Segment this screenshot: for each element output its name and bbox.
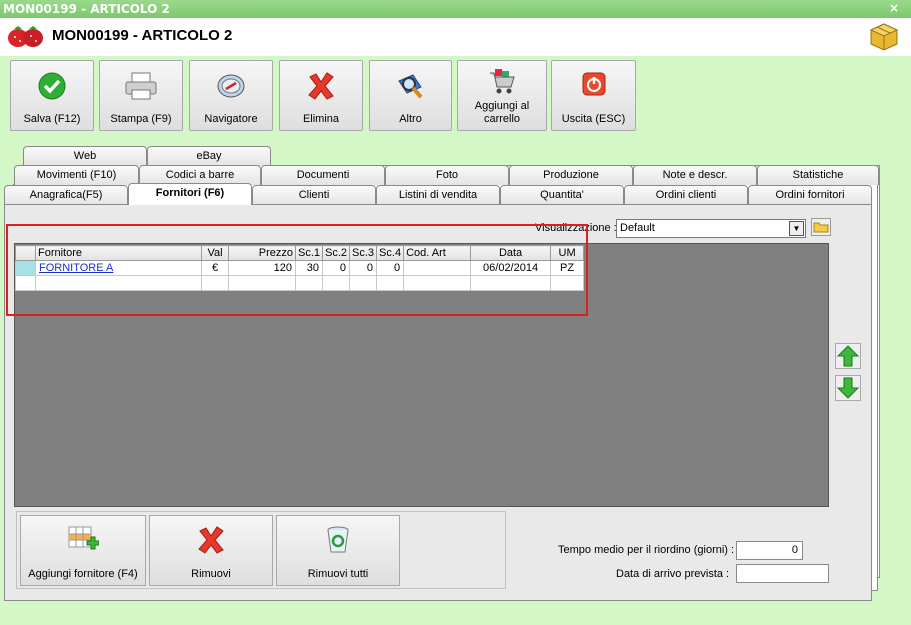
- header: MON00199 - ARTICOLO 2: [0, 18, 911, 56]
- folder-icon[interactable]: [811, 218, 831, 239]
- cell-sc2[interactable]: 0: [322, 260, 351, 276]
- add-to-cart-button[interactable]: Aggiungi al carrello: [457, 60, 547, 131]
- navigator-button[interactable]: Navigatore: [189, 60, 273, 131]
- cell-val[interactable]: €: [201, 260, 229, 276]
- recycle-bin-icon: [323, 525, 353, 558]
- delete-x-icon: [306, 71, 336, 104]
- cell-cod-art[interactable]: [403, 260, 472, 276]
- cell-sc4[interactable]: 0: [376, 260, 405, 276]
- col-val[interactable]: Val: [201, 245, 229, 261]
- col-cod-art[interactable]: Cod. Art: [403, 245, 472, 261]
- boxes-icon: [869, 22, 899, 55]
- strawberry-logo-icon: [6, 23, 46, 52]
- col-um[interactable]: UM: [550, 245, 585, 261]
- tab-anagrafica[interactable]: Anagrafica(F5): [4, 185, 128, 205]
- col-sc3[interactable]: Sc.3: [349, 245, 378, 261]
- tab-clienti[interactable]: Clienti: [252, 185, 376, 205]
- add-grid-icon: [67, 525, 100, 558]
- exit-button[interactable]: Uscita (ESC): [551, 60, 636, 131]
- cell-data[interactable]: 06/02/2014: [470, 260, 552, 276]
- window-title: MON00199 - ARTICOLO 2: [3, 2, 170, 16]
- suppliers-grid: Fornitore Val Prezzo Sc.1 Sc.2 Sc.3 Sc.4…: [15, 245, 585, 291]
- cell-prezzo[interactable]: 120: [228, 260, 296, 276]
- arrival-date-label: Data di arrivo prevista :: [616, 568, 730, 580]
- window-titlebar: MON00199 - ARTICOLO 2 ×: [0, 0, 911, 18]
- reorder-time-label: Tempo medio per il riordino (giorni) :: [558, 544, 735, 556]
- power-icon: [581, 71, 607, 100]
- view-label: Visualizzazione :: [535, 222, 617, 234]
- tab-listini-di-vendita[interactable]: Listini di vendita: [376, 185, 500, 205]
- tab-codici-a-barre[interactable]: Codici a barre: [139, 165, 261, 185]
- col-data[interactable]: Data: [470, 245, 552, 261]
- delete-x-icon: [196, 525, 226, 558]
- tab-fornitori[interactable]: Fornitori (F6): [128, 183, 252, 205]
- grid-actions: Aggiungi fornitore (F4) Rimuovi Rimuovi …: [16, 511, 506, 589]
- tab-ordini-clienti[interactable]: Ordini clienti: [624, 185, 748, 205]
- close-icon[interactable]: ×: [887, 1, 901, 15]
- cell-sc3[interactable]: 0: [349, 260, 378, 276]
- check-icon: [37, 71, 67, 104]
- cell-sc1[interactable]: 30: [294, 260, 324, 276]
- view-select[interactable]: Default ▼: [616, 219, 806, 238]
- col-sc1[interactable]: Sc.1: [294, 245, 324, 261]
- col-prezzo[interactable]: Prezzo: [228, 245, 296, 261]
- cart-icon: [487, 67, 517, 98]
- remove-button[interactable]: Rimuovi: [149, 515, 273, 586]
- col-sc2[interactable]: Sc.2: [322, 245, 351, 261]
- page-title: MON00199 - ARTICOLO 2: [52, 27, 233, 44]
- tab-foto[interactable]: Foto: [385, 165, 509, 185]
- tab-quantita[interactable]: Quantita': [500, 185, 624, 205]
- move-down-arrow-icon[interactable]: [835, 375, 861, 401]
- col-sc4[interactable]: Sc.4: [376, 245, 405, 261]
- compass-icon: [216, 71, 246, 104]
- tab-produzione[interactable]: Produzione: [509, 165, 633, 185]
- tab-movimenti[interactable]: Movimenti (F10): [14, 165, 139, 185]
- other-button[interactable]: Altro: [369, 60, 452, 131]
- table-row-empty[interactable]: [15, 275, 585, 291]
- tab-ordini-fornitori[interactable]: Ordini fornitori: [748, 185, 872, 205]
- cell-um[interactable]: PZ: [550, 260, 585, 276]
- row-selector-header: [15, 245, 36, 261]
- arrival-date-field[interactable]: [736, 564, 829, 583]
- magnifier-icon: [395, 71, 427, 104]
- cell-fornitore[interactable]: FORNITORE A: [35, 260, 202, 276]
- reorder-time-field[interactable]: 0: [736, 541, 803, 560]
- print-button[interactable]: Stampa (F9): [99, 60, 183, 131]
- save-button[interactable]: Salva (F12): [10, 60, 94, 131]
- tab-web[interactable]: Web: [23, 146, 147, 166]
- view-select-value: Default: [620, 222, 655, 234]
- printer-icon: [124, 71, 158, 104]
- fornitori-panel: Visualizzazione : Default ▼ Fornitore Va…: [4, 204, 872, 601]
- delete-button[interactable]: Elimina: [279, 60, 363, 131]
- add-supplier-button[interactable]: Aggiungi fornitore (F4): [20, 515, 146, 586]
- remove-all-button[interactable]: Rimuovi tutti: [276, 515, 400, 586]
- grid-header-row: Fornitore Val Prezzo Sc.1 Sc.2 Sc.3 Sc.4…: [15, 245, 585, 261]
- table-row[interactable]: FORNITORE A € 120 30 0 0 0 06/02/2014 PZ: [15, 260, 585, 276]
- tab-documenti[interactable]: Documenti: [261, 165, 385, 185]
- move-up-arrow-icon[interactable]: [835, 343, 861, 369]
- col-fornitore[interactable]: Fornitore: [35, 245, 202, 261]
- row-selector[interactable]: [15, 260, 36, 276]
- chevron-down-icon[interactable]: ▼: [789, 221, 804, 236]
- tab-ebay[interactable]: eBay: [147, 146, 271, 166]
- tab-statistiche[interactable]: Statistiche: [757, 165, 879, 185]
- tab-note-e-descr[interactable]: Note e descr.: [633, 165, 757, 185]
- supplier-link[interactable]: FORNITORE A: [39, 262, 113, 274]
